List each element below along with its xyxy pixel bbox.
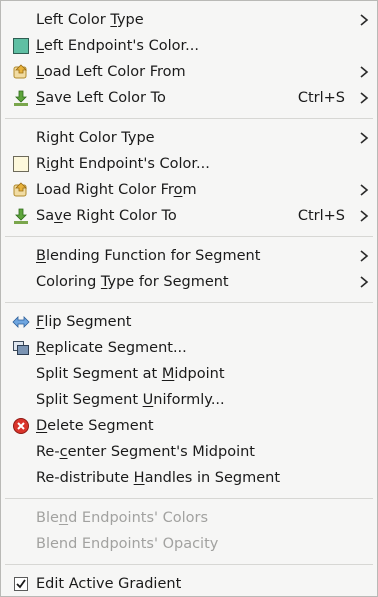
menu-item-label: Blend Endpoints' Opacity [36, 536, 219, 552]
menu-separator [5, 498, 373, 499]
menu-item-split-uniformly[interactable]: Split Segment Uniformly... [1, 387, 377, 413]
submenu-arrow-icon [360, 14, 369, 26]
menu-item-label: Coloring Type for Segment [36, 274, 229, 290]
menu-item-blending-function[interactable]: Blending Function for Segment [1, 243, 377, 269]
menu-item-label: Split Segment Uniformly... [36, 392, 225, 408]
menu-item-split-midpoint[interactable]: Split Segment at Midpoint [1, 361, 377, 387]
menu-item-label: Re-distribute Handles in Segment [36, 470, 281, 486]
menu-item-label: Left Color Type [36, 12, 144, 28]
menu-separator [5, 564, 373, 565]
menu-item-load-left-color[interactable]: Load Left Color From [1, 59, 377, 85]
menu-item-label: Left Endpoint's Color... [36, 38, 199, 54]
menu-separator [5, 236, 373, 237]
delete-icon [13, 418, 29, 434]
submenu-arrow-icon [360, 66, 369, 78]
swatch-teal-icon [13, 38, 29, 54]
menu-item-coloring-type[interactable]: Coloring Type for Segment [1, 269, 377, 295]
menu-item-label: Flip Segment [36, 314, 132, 330]
menu-item-label: Save Right Color To [36, 208, 177, 224]
menu-item-label: Save Left Color To [36, 90, 166, 106]
menu-item-replicate-segment[interactable]: Replicate Segment... [1, 335, 377, 361]
swatch-cream-icon [13, 156, 29, 172]
menu-item-save-left-color[interactable]: Save Left Color To Ctrl+S [1, 85, 377, 111]
save-color-icon [14, 90, 28, 106]
load-color-icon [13, 182, 27, 197]
menu-item-left-endpoint-color[interactable]: Left Endpoint's Color... [1, 33, 377, 59]
save-color-icon [14, 208, 28, 224]
menu-item-left-color-type[interactable]: Left Color Type [1, 7, 377, 33]
replicate-icon [13, 341, 29, 355]
load-color-icon [13, 64, 27, 79]
menu-item-label: Blend Endpoints' Colors [36, 510, 209, 526]
menu-item-label: Split Segment at Midpoint [36, 366, 225, 382]
menu-item-label: Right Endpoint's Color... [36, 156, 210, 172]
menu-item-label: Right Color Type [36, 130, 155, 146]
flip-icon [12, 316, 30, 328]
menu-item-blend-colors: Blend Endpoints' Colors [1, 505, 377, 531]
submenu-arrow-icon [360, 132, 369, 144]
menu-item-load-right-color[interactable]: Load Right Color From [1, 177, 377, 203]
menu-item-recenter-midpoint[interactable]: Re-center Segment's Midpoint [1, 439, 377, 465]
menu-item-blend-opacity: Blend Endpoints' Opacity [1, 531, 377, 557]
menu-item-label: Blending Function for Segment [36, 248, 261, 264]
context-menu: Left Color Type Left Endpoint's Color...… [0, 0, 378, 597]
menu-item-redistribute-handles[interactable]: Re-distribute Handles in Segment [1, 465, 377, 491]
menu-item-delete-segment[interactable]: Delete Segment [1, 413, 377, 439]
menu-separator [5, 302, 373, 303]
menu-item-flip-segment[interactable]: Flip Segment [1, 309, 377, 335]
checkbox-checked-icon [14, 577, 28, 591]
submenu-arrow-icon [360, 92, 369, 104]
shortcut-label: Ctrl+S [297, 208, 345, 224]
menu-item-label: Load Right Color From [36, 182, 197, 198]
submenu-arrow-icon [360, 276, 369, 288]
menu-item-right-color-type[interactable]: Right Color Type [1, 125, 377, 151]
menu-item-label: Re-center Segment's Midpoint [36, 444, 255, 460]
menu-item-right-endpoint-color[interactable]: Right Endpoint's Color... [1, 151, 377, 177]
submenu-arrow-icon [360, 250, 369, 262]
menu-separator [5, 118, 373, 119]
menu-item-save-right-color[interactable]: Save Right Color To Ctrl+S [1, 203, 377, 229]
menu-item-edit-active-gradient[interactable]: Edit Active Gradient [1, 571, 377, 597]
submenu-arrow-icon [360, 210, 369, 222]
menu-item-label: Edit Active Gradient [36, 576, 182, 592]
menu-item-label: Load Left Color From [36, 64, 186, 80]
shortcut-label: Ctrl+S [297, 90, 345, 106]
menu-item-label: Delete Segment [36, 418, 154, 434]
submenu-arrow-icon [360, 184, 369, 196]
menu-item-label: Replicate Segment... [36, 340, 187, 356]
